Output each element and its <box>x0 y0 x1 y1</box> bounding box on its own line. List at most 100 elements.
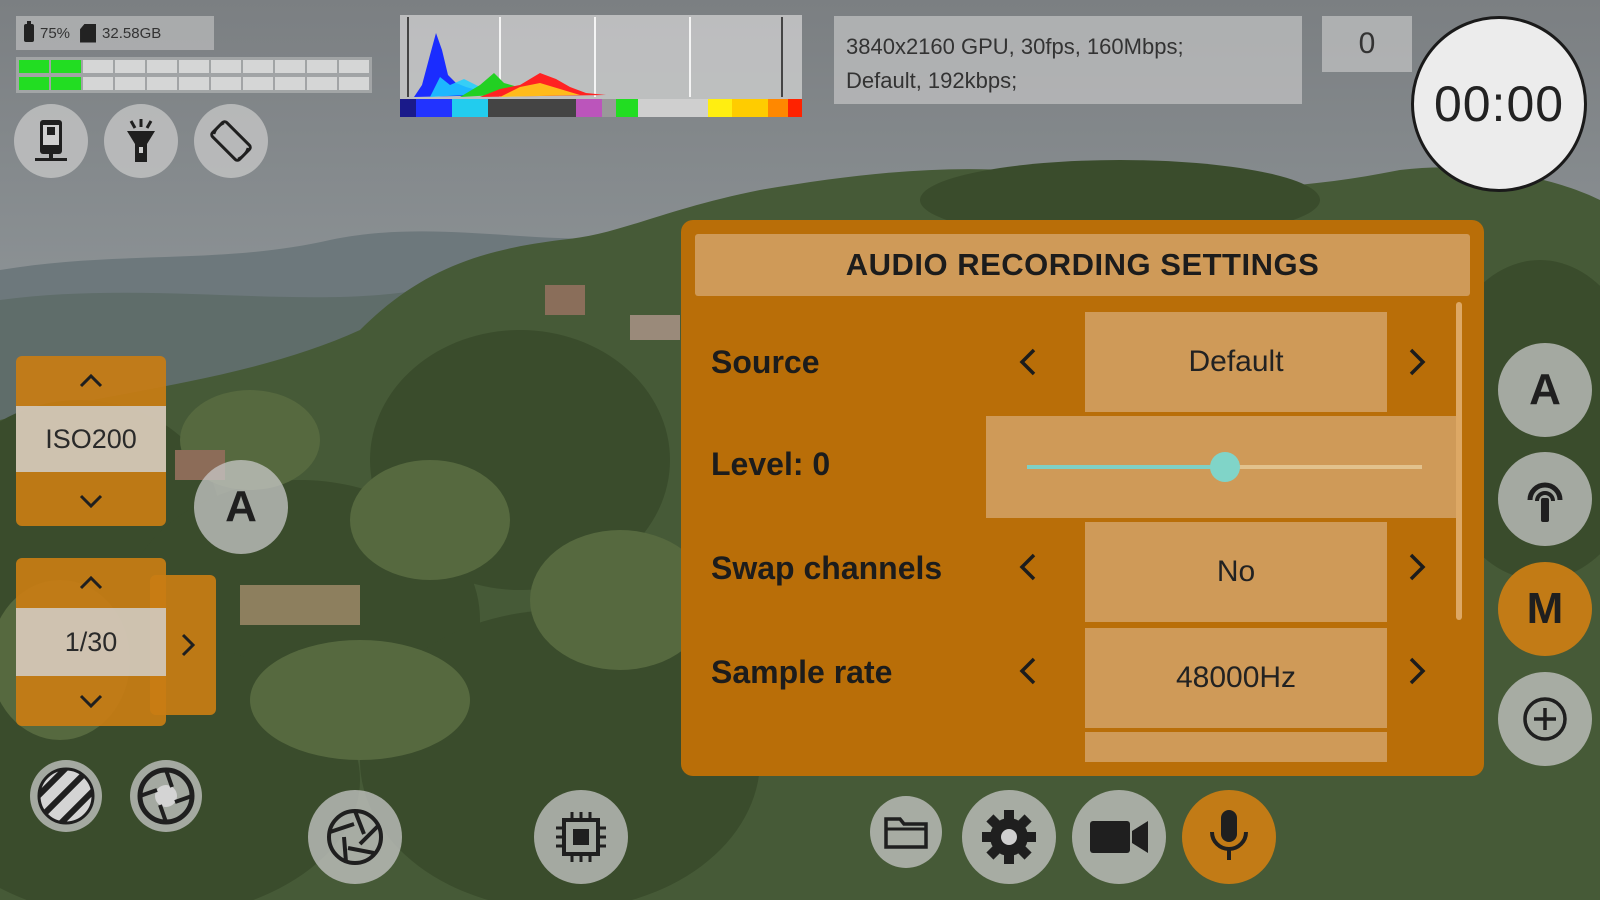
source-previous-button[interactable] <box>1008 337 1048 387</box>
sample-rate-value[interactable]: 48000Hz <box>1085 628 1387 728</box>
sample-rate-label: Sample rate <box>711 654 893 690</box>
phone-settings-button[interactable] <box>14 104 88 178</box>
source-value[interactable]: Default <box>1085 312 1387 412</box>
auto-exposure-button[interactable]: A <box>1498 343 1592 437</box>
source-value-text: Default <box>1188 345 1284 378</box>
level-slider-panel <box>986 416 1458 518</box>
meter-cell <box>83 60 113 73</box>
processor-button[interactable] <box>534 790 628 884</box>
iso-value[interactable]: ISO200 <box>16 406 166 472</box>
level-slider-fill <box>1027 465 1225 469</box>
shutter-increase-button[interactable] <box>16 558 166 608</box>
chevron-right-icon <box>1409 657 1426 685</box>
meter-cell <box>307 77 337 90</box>
level-label: Level: 0 <box>711 446 830 483</box>
sample-rate-value-text: 48000Hz <box>1175 661 1297 694</box>
clip-counter: 0 <box>1322 16 1412 72</box>
zoom-in-icon <box>1523 697 1567 741</box>
chevron-down-icon <box>79 494 103 509</box>
swap-channels-value[interactable]: No <box>1085 522 1387 622</box>
lens-button[interactable] <box>130 760 202 832</box>
audio-recording-settings-dialog: AUDIO RECORDING SETTINGS Source Default … <box>681 220 1484 776</box>
storage-free: 32.58GB <box>102 24 162 42</box>
dialog-scrollbar[interactable] <box>1456 302 1462 620</box>
shutter-control: 1/30 <box>16 558 166 726</box>
source-next-button[interactable] <box>1397 337 1437 387</box>
audio-level-meter <box>16 57 372 93</box>
chevron-up-icon <box>79 575 103 590</box>
meter-cell <box>211 77 241 90</box>
recording-info: 3840x2160 GPU, 30fps, 160Mbps; Default, … <box>834 16 1302 104</box>
sd-card-icon <box>80 23 97 43</box>
video-mode-button[interactable] <box>1072 790 1166 884</box>
settings-gear-icon <box>982 810 1036 864</box>
meter-cell <box>307 60 337 73</box>
swap-channels-previous-button[interactable] <box>1008 542 1048 592</box>
audio-format-info: Default, 192kbps; <box>846 68 1018 93</box>
shutter-decrease-button[interactable] <box>16 676 166 726</box>
aperture-button[interactable] <box>308 790 402 884</box>
level-slider[interactable] <box>1027 452 1422 482</box>
video-format-info: 3840x2160 GPU, 30fps, 160Mbps; <box>846 34 1184 59</box>
folder-icon <box>884 817 928 849</box>
lens-icon <box>137 767 195 825</box>
audio-settings-button[interactable] <box>1182 790 1276 884</box>
iso-auto-button[interactable]: A <box>194 460 288 554</box>
status-bar: 75% 32.58GB <box>16 16 214 50</box>
manual-mode-button[interactable]: M <box>1498 562 1592 656</box>
meter-cell <box>339 60 369 73</box>
settings-button[interactable] <box>962 790 1056 884</box>
battery-icon <box>24 21 34 42</box>
rotate-lock-button[interactable] <box>194 104 268 178</box>
meter-cell <box>19 77 49 90</box>
iso-increase-button[interactable] <box>16 356 166 406</box>
chevron-right-icon <box>181 633 196 657</box>
meter-cell <box>339 77 369 90</box>
chevron-left-icon <box>1019 657 1036 685</box>
meter-cell <box>115 77 145 90</box>
battery-indicator: 75% <box>24 21 70 42</box>
audio-meter-left-channel <box>19 60 369 73</box>
iso-decrease-button[interactable] <box>16 476 166 526</box>
histogram <box>400 15 802 117</box>
iso-auto-label: A <box>225 482 257 531</box>
swap-channels-value-text: No <box>1216 555 1256 588</box>
sample-rate-next-button[interactable] <box>1397 646 1437 696</box>
folder-button[interactable] <box>870 796 942 868</box>
storage-indicator: 32.58GB <box>80 23 162 43</box>
shutter-value-text: 1/30 <box>64 626 118 657</box>
flashlight-button[interactable] <box>104 104 178 178</box>
swap-channels-label: Swap channels <box>711 550 943 586</box>
meter-cell <box>147 60 177 73</box>
shutter-value[interactable]: 1/30 <box>16 608 166 676</box>
record-timer-text: 00:00 <box>1433 76 1565 132</box>
auto-exposure-label: A <box>1529 365 1561 414</box>
sample-rate-previous-button[interactable] <box>1008 646 1048 696</box>
zoom-in-button[interactable] <box>1498 672 1592 766</box>
zebra-button[interactable] <box>30 760 102 832</box>
level-slider-thumb[interactable] <box>1209 452 1240 482</box>
flashlight-icon <box>127 119 155 162</box>
level-label-text: Level: 0 <box>711 446 831 482</box>
chevron-left-icon <box>1019 348 1036 376</box>
record-timer-button[interactable]: 00:00 <box>1411 16 1587 192</box>
meter-cell <box>179 77 209 90</box>
meter-cell <box>51 77 81 90</box>
meter-cell <box>243 77 273 90</box>
meter-cell <box>83 77 113 90</box>
stabilizer-button[interactable] <box>1498 452 1592 546</box>
swap-channels-next-button[interactable] <box>1397 542 1437 592</box>
chevron-left-icon <box>1019 553 1036 581</box>
phone-settings-icon <box>35 120 67 161</box>
meter-cell <box>275 77 305 90</box>
next-setting-value-partial <box>1085 732 1387 762</box>
meter-cell <box>147 77 177 90</box>
chevron-up-icon <box>79 373 103 388</box>
iso-control: ISO200 <box>16 356 166 526</box>
meter-cell <box>243 60 273 73</box>
microphone-icon <box>1210 810 1248 860</box>
chevron-down-icon <box>79 694 103 709</box>
histogram-graph <box>400 15 802 117</box>
video-camera-icon <box>1090 821 1148 853</box>
chevron-right-icon <box>1409 348 1426 376</box>
